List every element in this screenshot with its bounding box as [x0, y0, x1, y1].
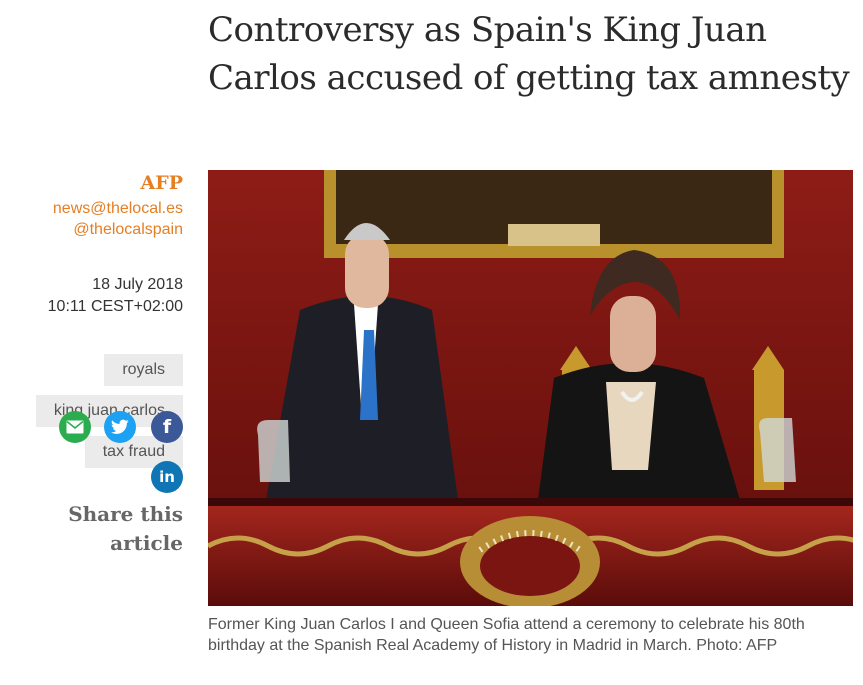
share-twitter-button[interactable]: [104, 411, 136, 443]
article-photo: [208, 170, 853, 606]
author-link[interactable]: AFP: [140, 172, 183, 194]
publish-date: 18 July 2018: [92, 276, 183, 293]
article-headline: Controversy as Spain's King Juan Carlos …: [208, 10, 850, 98]
author-email-link[interactable]: news@thelocal.es: [53, 200, 183, 218]
publish-time: 10:11 CEST+02:00: [47, 298, 183, 315]
share-linkedin-button[interactable]: in: [151, 461, 183, 493]
facebook-icon: f: [162, 416, 172, 438]
twitter-icon: [111, 419, 129, 434]
share-facebook-button[interactable]: f: [151, 411, 183, 443]
tag-royals[interactable]: royals: [104, 354, 183, 386]
photo-caption: Former King Juan Carlos I and Queen Sofi…: [208, 616, 805, 654]
email-icon: [66, 420, 84, 434]
share-email-button[interactable]: [59, 411, 91, 443]
photo-illustration: [208, 170, 853, 606]
linkedin-icon: in: [159, 468, 175, 486]
share-heading: Share this article: [68, 502, 183, 555]
author-twitter-link[interactable]: @thelocalspain: [73, 221, 183, 239]
